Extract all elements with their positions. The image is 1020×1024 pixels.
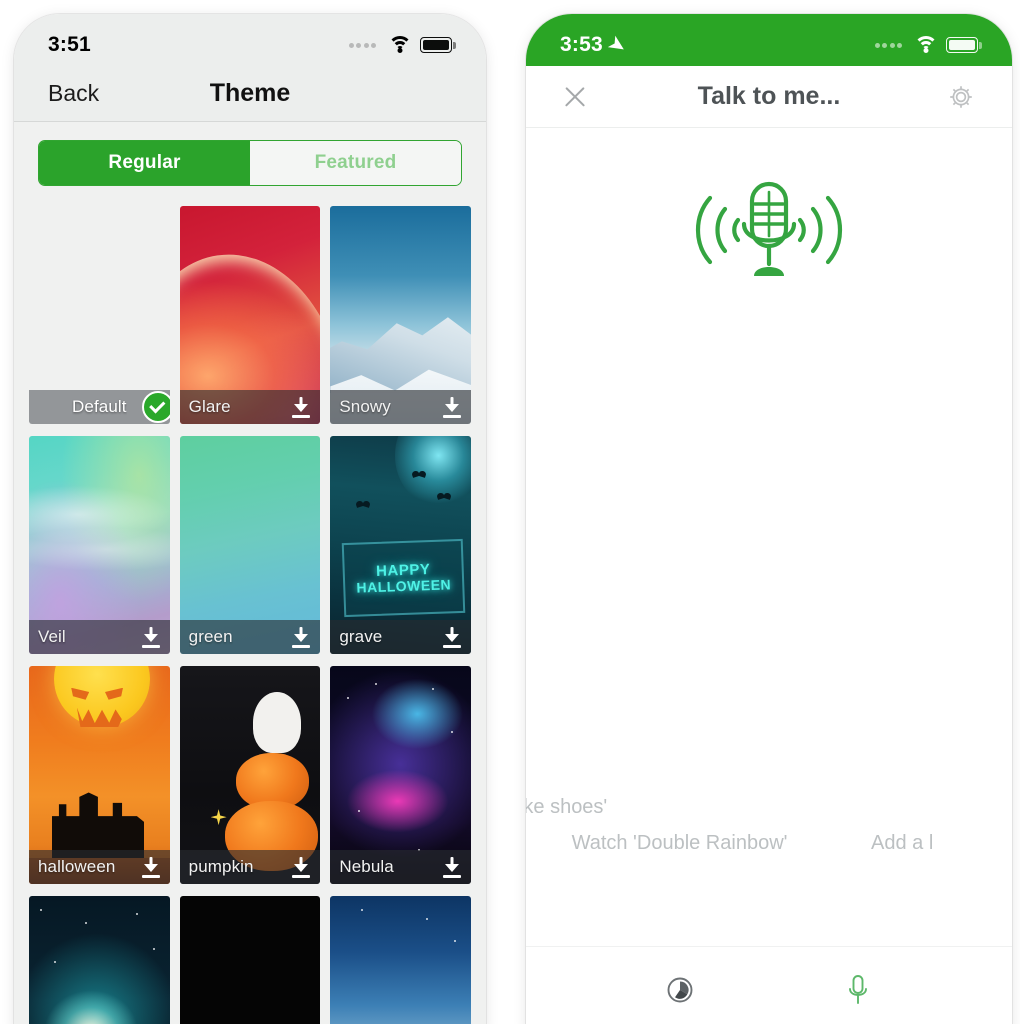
theme-name: Veil [38,627,66,646]
gear-icon[interactable] [946,82,976,112]
wifi-icon [388,36,412,54]
theme-tile-footer: Glare [179,390,321,424]
download-icon[interactable] [291,857,311,878]
right-status-bar: 3:53 ➤ [526,14,1012,66]
signal-dots-icon [348,42,376,48]
theme-tile-glare[interactable]: Glare [179,206,321,424]
theme-tile-snowy[interactable]: Snowy [330,206,471,424]
theme-tile-footer: halloween [29,850,170,884]
battery-icon [420,37,456,53]
tab-regular[interactable]: Regular [39,141,250,185]
theme-tile-green[interactable]: green [179,436,321,654]
download-icon[interactable] [141,857,161,878]
theme-name: halloween [38,857,116,876]
status-bar-time: 3:53 [560,33,603,56]
history-clock-icon[interactable] [659,969,701,1011]
theme-tile-footer: pumpkin [179,850,321,884]
download-icon[interactable] [442,627,462,648]
left-phone-frame: 3:51 Back Theme Regular Featured Default… [14,14,486,1024]
theme-artwork [179,896,321,1024]
theme-tile-row4-3[interactable] [330,896,471,1024]
status-bar-time: 3:51 [48,33,91,56]
theme-tile-row4-2[interactable] [179,896,321,1024]
theme-name: Glare [188,397,231,416]
theme-artwork [330,896,471,1024]
tab-featured[interactable]: Featured [250,141,461,185]
right-navigation-bar: Talk to me... [526,66,1012,128]
left-status-bar: 3:51 [14,14,486,66]
suggestion-row-2: k Watch 'Double Rainbow' Add a l [526,832,1011,855]
page-title: Talk to me... [697,82,841,110]
voice-hero [526,176,1012,284]
theme-tile-default[interactable]: Default [29,206,170,424]
status-bar-left: 3:51 [48,33,91,57]
suggestion-item[interactable]: Add a l [871,832,933,855]
download-icon[interactable] [442,857,462,878]
left-navigation-bar: Back Theme [14,66,486,122]
right-bottom-bar [526,946,1012,1024]
right-phone-screen: 3:53 ➤ Talk to me... ke shoes' Watch 'Do… [526,14,1012,1024]
battery-icon [946,37,982,53]
theme-tile-row4-1[interactable] [29,896,170,1024]
theme-tile-footer: green [179,620,321,654]
right-phone-frame: 3:53 ➤ Talk to me... ke shoes' Watch 'Do… [526,14,1012,1024]
theme-tile-pumpkin[interactable]: pumpkin [179,666,321,884]
sign-line-2: HALLOWEEN [356,575,452,595]
theme-grid-area: Default Glare Snowy Veil green HAPPY HAL… [14,200,486,1024]
close-icon[interactable] [562,84,588,110]
screenshot-stage: 3:51 Back Theme Regular Featured Default… [0,0,1020,1024]
theme-tile-footer: Nebula [330,850,471,884]
download-icon[interactable] [442,397,462,418]
status-bar-right [874,36,982,54]
theme-tile-footer: Snowy [330,390,471,424]
theme-tile-veil[interactable]: Veil [29,436,170,654]
download-icon[interactable] [291,627,311,648]
wifi-icon [914,36,938,54]
theme-artwork [29,896,170,1024]
microphone-with-soundwaves-icon [696,181,842,276]
theme-tile-nebula[interactable]: Nebula [330,666,471,884]
suggestion-item[interactable]: Watch 'Double Rainbow' [572,832,788,855]
left-phone-screen: 3:51 Back Theme Regular Featured Default… [14,14,486,1024]
suggestion-item[interactable]: uy 'Nike shoes' [526,796,607,819]
status-bar-right [348,36,456,54]
theme-tile-grave[interactable]: HAPPY HALLOWEEN grave [330,436,471,654]
microphone-icon[interactable] [837,969,879,1011]
suggestion-chips-area: uy 'Nike shoes' k Watch 'Double Rainbow'… [526,784,1012,894]
theme-name: pumpkin [188,857,254,876]
theme-name: Nebula [339,857,394,876]
theme-grid: Default Glare Snowy Veil green HAPPY HAL… [29,206,471,1024]
segmented-control-wrap: Regular Featured [14,122,486,200]
download-icon[interactable] [291,397,311,418]
signal-dots-icon [874,42,902,48]
theme-category-segmented-control[interactable]: Regular Featured [38,140,462,186]
selected-check-icon [141,391,170,423]
theme-tile-footer: grave [330,620,471,654]
theme-tile-halloween[interactable]: halloween [29,666,170,884]
theme-name: Default [72,397,127,416]
theme-name: grave [339,627,383,646]
theme-name: green [188,627,233,646]
halloween-sign: HAPPY HALLOWEEN [341,538,466,617]
suggestion-row-1: uy 'Nike shoes' [526,796,685,819]
back-button[interactable]: Back [48,80,99,107]
status-bar-left: 3:53 ➤ [560,32,629,58]
theme-name: Snowy [339,397,391,416]
location-arrow-icon: ➤ [604,31,630,59]
download-icon[interactable] [141,627,161,648]
theme-tile-footer: Veil [29,620,170,654]
